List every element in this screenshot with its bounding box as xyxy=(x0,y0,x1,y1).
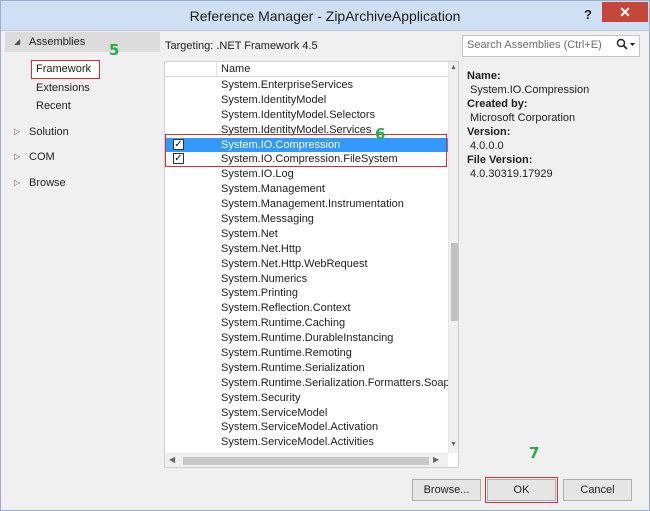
selection-highlight-box xyxy=(165,134,447,167)
close-icon[interactable]: ✕ xyxy=(602,2,648,22)
browse-button[interactable]: Browse... xyxy=(412,479,481,501)
list-item[interactable]: System.Security xyxy=(165,391,448,406)
list-item[interactable]: System.Runtime.DurableInstancing xyxy=(165,331,448,346)
list-item[interactable]: System.ServiceModel xyxy=(165,406,448,421)
assembly-name: System.Runtime.Serialization.Formatters.… xyxy=(221,376,448,389)
annotation-6: 6 xyxy=(375,125,386,143)
list-item[interactable]: System.EnterpriseServices xyxy=(165,78,448,93)
assembly-name: System.Runtime.Caching xyxy=(221,317,346,330)
annotation-7: 7 xyxy=(529,444,540,462)
name-value: System.IO.Compression xyxy=(470,84,590,96)
nav-assemblies-label: Assemblies xyxy=(29,36,86,48)
name-label: Name: xyxy=(467,70,501,82)
assembly-name: System.Runtime.Serialization xyxy=(221,361,365,374)
collapsed-arrow-icon: ▷ xyxy=(14,152,21,161)
nav-assemblies[interactable]: ◢ Assemblies xyxy=(5,32,160,52)
version-label: Version: xyxy=(467,126,511,138)
nav-com-label: COM xyxy=(29,151,55,163)
ok-button[interactable]: OK xyxy=(485,477,558,503)
name-column-header[interactable]: Name xyxy=(221,63,250,75)
list-item[interactable]: System.IdentityModel.Selectors xyxy=(165,108,448,123)
cancel-button[interactable]: Cancel xyxy=(563,479,632,501)
file-version-value: 4.0.30319.17929 xyxy=(470,168,553,180)
assembly-name: System.Management.Instrumentation xyxy=(221,198,404,211)
assembly-name: System.Net.Http.WebRequest xyxy=(221,257,368,270)
annotation-5: 5 xyxy=(109,41,120,59)
nav-recent[interactable]: Recent xyxy=(32,98,71,115)
checkbox-column-header[interactable] xyxy=(165,62,217,76)
list-item[interactable]: System.Runtime.Remoting xyxy=(165,346,448,361)
list-item[interactable]: System.IdentityModel xyxy=(165,93,448,108)
left-nav: ◢ Assemblies Framework Extensions Recent… xyxy=(5,32,160,469)
assembly-name: System.Runtime.DurableInstancing xyxy=(221,332,394,345)
list-item[interactable]: System.Numerics xyxy=(165,272,448,287)
created-value: Microsoft Corporation xyxy=(470,112,576,124)
reference-manager-dialog: Reference Manager - ZipArchiveApplicatio… xyxy=(0,0,650,511)
assembly-name: System.Reflection.Context xyxy=(221,302,351,315)
list-item[interactable]: System.Runtime.Caching xyxy=(165,316,448,331)
version-value: 4.0.0.0 xyxy=(470,140,504,152)
assembly-name: System.IO.Log xyxy=(221,168,294,181)
list-header: Name xyxy=(165,62,448,77)
window-title: Reference Manager - ZipArchiveApplicatio… xyxy=(189,8,461,24)
scroll-thumb[interactable] xyxy=(451,243,458,321)
vertical-scrollbar[interactable]: ▲ ▼ xyxy=(448,62,458,453)
list-item[interactable]: System.ServiceModel.Activities xyxy=(165,435,448,450)
list-item[interactable]: System.Management.Instrumentation xyxy=(165,197,448,212)
assembly-name: System.Printing xyxy=(221,287,299,300)
assembly-name: System.Numerics xyxy=(221,272,308,285)
targeting-label: Targeting: .NET Framework 4.5 xyxy=(165,40,318,52)
hscroll-thumb[interactable] xyxy=(183,457,429,465)
assembly-name: System.ServiceModel xyxy=(221,406,328,419)
assembly-name: System.Net xyxy=(221,227,278,240)
nav-solution-label: Solution xyxy=(29,126,69,138)
nav-com[interactable]: ▷ COM xyxy=(5,147,160,167)
collapsed-arrow-icon: ▷ xyxy=(14,127,21,136)
details-panel: Name: System.IO.Compression Created by: … xyxy=(467,69,642,181)
assembly-name: System.Management xyxy=(221,183,325,196)
scroll-right-icon[interactable]: ▶ xyxy=(433,455,439,464)
scroll-up-icon[interactable]: ▲ xyxy=(450,64,457,71)
assembly-name: System.Security xyxy=(221,391,301,404)
assembly-list[interactable]: Name System.EnterpriseServices System.Ide… xyxy=(164,61,459,468)
search-input[interactable]: Search Assemblies (Ctrl+E) xyxy=(462,35,640,57)
assembly-name: System.EnterpriseServices xyxy=(221,79,354,91)
help-icon[interactable]: ? xyxy=(584,7,598,23)
list-item[interactable]: System.Runtime.Serialization.Formatters.… xyxy=(165,376,448,391)
nav-framework[interactable]: Framework xyxy=(31,60,100,79)
nav-solution[interactable]: ▷ Solution xyxy=(5,122,160,142)
list-item[interactable]: System.Printing xyxy=(165,286,448,301)
assembly-name: System.ServiceModel.Activation xyxy=(221,421,379,434)
title-bar: Reference Manager - ZipArchiveApplicatio… xyxy=(1,1,649,31)
scroll-down-icon[interactable]: ▼ xyxy=(450,441,457,448)
horizontal-scrollbar[interactable]: ◀ ▶ xyxy=(165,453,448,467)
scroll-left-icon[interactable]: ◀ xyxy=(169,455,175,464)
list-item[interactable]: System.Management xyxy=(165,182,448,197)
list-item[interactable]: System.Net.Http xyxy=(165,242,448,257)
list-item[interactable]: System.Reflection.Context xyxy=(165,301,448,316)
nav-browse[interactable]: ▷ Browse xyxy=(5,173,160,193)
created-label: Created by: xyxy=(467,98,528,110)
assembly-name: System.Runtime.Remoting xyxy=(221,347,352,360)
assembly-name: System.IdentityModel.Selectors xyxy=(221,108,376,121)
assembly-name: System.Net.Http xyxy=(221,242,302,255)
list-item[interactable]: System.IO.Log xyxy=(165,167,448,182)
file-version-label: File Version: xyxy=(467,154,533,166)
assembly-name: System.Messaging xyxy=(221,213,314,226)
assembly-name: System.ServiceModel.Activities xyxy=(221,436,374,449)
assembly-name: System.IdentityModel xyxy=(221,93,327,106)
list-item[interactable]: System.Runtime.Serialization xyxy=(165,361,448,376)
nav-browse-label: Browse xyxy=(29,177,66,189)
nav-extensions[interactable]: Extensions xyxy=(32,80,90,97)
list-item[interactable]: System.Messaging xyxy=(165,212,448,227)
list-item[interactable]: System.ServiceModel.Activation xyxy=(165,420,448,435)
expanded-arrow-icon: ◢ xyxy=(14,37,21,46)
list-item[interactable]: System.Net xyxy=(165,227,448,242)
collapsed-arrow-icon: ▷ xyxy=(14,178,21,187)
search-icon[interactable] xyxy=(616,38,636,54)
list-item[interactable]: System.Net.Http.WebRequest xyxy=(165,257,448,272)
